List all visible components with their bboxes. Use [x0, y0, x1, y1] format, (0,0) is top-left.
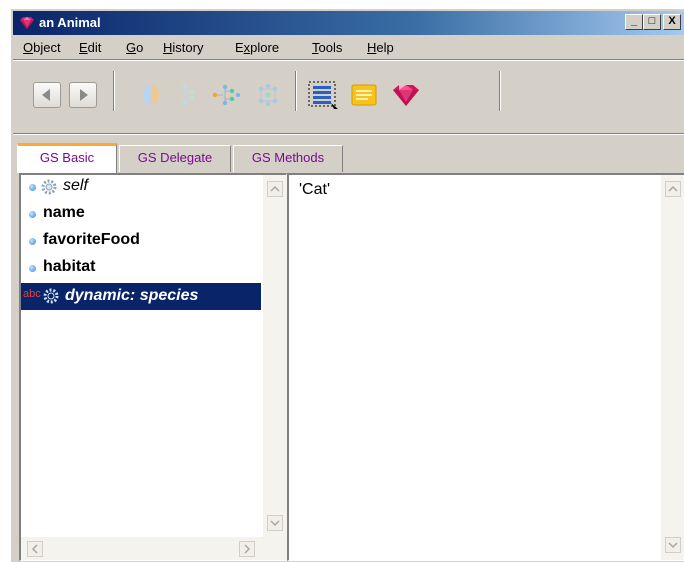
value-vertical-scrollbar[interactable]	[661, 175, 684, 560]
menu-explore-pre: E	[235, 40, 244, 55]
toolbar-divider	[499, 71, 501, 111]
list-item-name[interactable]: name	[21, 202, 286, 226]
menu-help-label: elp	[376, 40, 394, 55]
chevron-up-icon	[270, 185, 280, 192]
inspector-window: an Animal _ □ X Object Edit Go History E…	[10, 8, 684, 562]
toolbar-divider	[295, 71, 297, 111]
menu-edit[interactable]: Edit	[79, 40, 101, 55]
gem-button[interactable]	[389, 82, 423, 108]
bullet-icon	[29, 211, 36, 218]
hierarchy-button[interactable]	[175, 82, 203, 108]
bullet-icon	[29, 184, 36, 191]
menu-tools-label: ools	[318, 40, 343, 55]
chevron-down-icon	[270, 520, 280, 527]
sphere-button[interactable]	[137, 82, 165, 108]
bullet-icon	[29, 238, 36, 245]
menu-history-mnemonic: H	[163, 40, 173, 55]
toolbar-divider	[113, 71, 115, 111]
value-scroll-up-button[interactable]	[665, 181, 681, 197]
expand-tree-button[interactable]	[211, 82, 245, 108]
notes-icon	[351, 84, 377, 106]
menu-edit-mnemonic: E	[79, 40, 88, 55]
back-arrow-icon	[42, 89, 50, 101]
menu-object[interactable]: Object	[23, 40, 61, 55]
tab-strip: GS Basic GS Delegate GS Methods	[17, 143, 684, 173]
slot-label: habitat	[43, 258, 96, 275]
value-pane[interactable]: 'Cat'	[287, 173, 684, 561]
list-item-self[interactable]: self	[21, 175, 286, 199]
list-view-button[interactable]	[307, 80, 339, 110]
slot-label: favoriteFood	[43, 231, 140, 248]
scroll-left-button[interactable]	[27, 541, 43, 557]
sphere-icon	[143, 85, 159, 105]
gear-icon	[43, 288, 59, 304]
window-title: an Animal	[39, 15, 101, 30]
gem-icon	[393, 85, 419, 106]
title-bar[interactable]: an Animal _ □ X	[13, 11, 684, 35]
slot-label: self	[63, 177, 88, 194]
back-button[interactable]	[33, 82, 61, 108]
class-tree-icon	[258, 83, 278, 107]
menu-explore[interactable]: Explore	[235, 40, 279, 55]
value-scroll-down-button[interactable]	[665, 537, 681, 553]
tab-gs-delegate[interactable]: GS Delegate	[119, 145, 231, 172]
close-button[interactable]: X	[663, 14, 681, 30]
minimize-button[interactable]: _	[625, 14, 643, 30]
abc-icon: abc	[23, 288, 41, 300]
menu-edit-label: dit	[87, 40, 102, 55]
list-view-icon	[308, 81, 338, 109]
expand-tree-icon	[212, 84, 241, 106]
value-text[interactable]: 'Cat'	[299, 181, 330, 199]
bullet-icon	[29, 265, 36, 272]
hierarchy-icon	[182, 84, 195, 106]
chevron-right-icon	[244, 544, 251, 554]
chevron-up-icon	[668, 185, 678, 192]
menu-history[interactable]: History	[163, 40, 203, 55]
forward-button[interactable]	[69, 82, 97, 108]
class-tree-button[interactable]	[251, 82, 285, 108]
scroll-up-button[interactable]	[267, 181, 283, 197]
menu-object-label: bject	[33, 40, 61, 55]
menu-tools[interactable]: Tools	[312, 40, 342, 55]
menu-go-mnemonic: G	[126, 40, 137, 55]
maximize-button[interactable]: □	[643, 14, 661, 30]
list-item-habitat[interactable]: habitat	[21, 256, 286, 280]
list-horizontal-scrollbar[interactable]	[21, 537, 287, 560]
slot-list-pane[interactable]: self name favoriteFood habitat abc dynam…	[19, 173, 287, 561]
chevron-down-icon	[668, 542, 678, 549]
slot-label: name	[43, 204, 85, 221]
tab-gs-basic[interactable]: GS Basic	[17, 143, 117, 173]
slot-label: dynamic: species	[65, 287, 199, 304]
toolbar-separator	[13, 133, 684, 135]
menu-explore-label: plore	[250, 40, 280, 55]
toolbar	[13, 61, 684, 131]
menu-help-mnemonic: H	[367, 40, 377, 55]
menu-help[interactable]: Help	[367, 40, 394, 55]
list-item-favoritefood[interactable]: favoriteFood	[21, 229, 286, 253]
menu-go-label: o	[136, 40, 144, 55]
forward-arrow-icon	[80, 89, 88, 101]
gem-icon	[20, 17, 34, 29]
scroll-down-button[interactable]	[267, 515, 283, 531]
list-vertical-scrollbar[interactable]	[263, 175, 287, 537]
menu-bar: Object Edit Go History Explore Tools Hel…	[13, 37, 684, 59]
menu-object-mnemonic: O	[23, 40, 34, 55]
chevron-left-icon	[31, 544, 38, 554]
scroll-right-button[interactable]	[239, 541, 255, 557]
menu-history-label: istory	[172, 40, 204, 55]
list-item-dynamic-species[interactable]: abc dynamic: species	[21, 283, 261, 310]
menu-go[interactable]: Go	[126, 40, 143, 55]
tab-gs-methods[interactable]: GS Methods	[233, 145, 343, 172]
notes-button[interactable]	[349, 82, 381, 108]
gear-icon	[41, 179, 57, 195]
